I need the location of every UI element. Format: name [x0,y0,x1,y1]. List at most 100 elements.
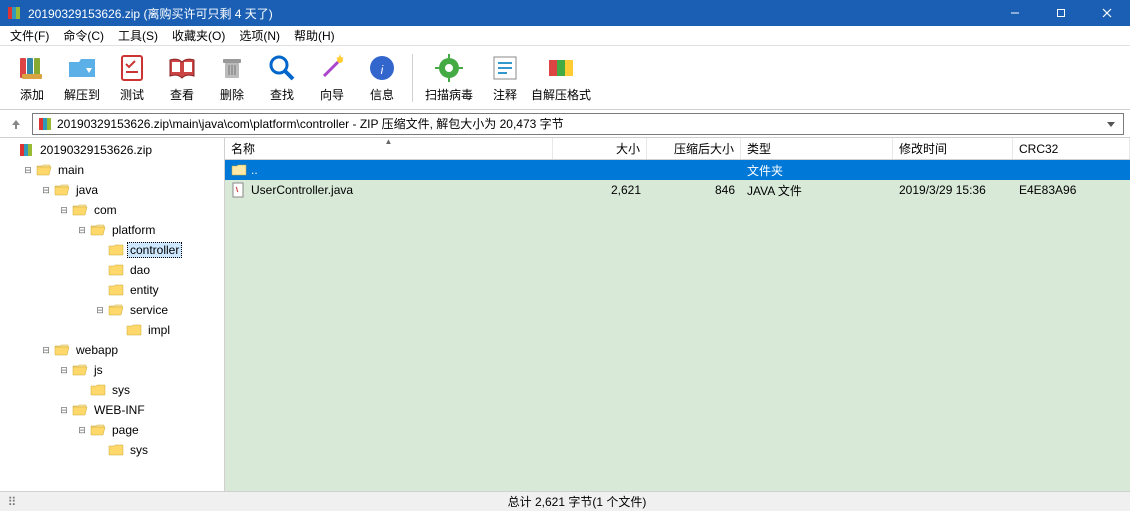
tree-node-label: WEB-INF [91,402,148,418]
folder-icon [108,282,124,298]
archive-icon [18,142,34,158]
folder-icon [108,242,124,258]
tree-toggle-spacer [94,244,106,256]
dropdown-icon[interactable] [1103,114,1119,134]
toolbar-virus-button[interactable]: 扫描病毒 [419,49,479,107]
checklist-icon [116,52,148,84]
cell-name: .. [251,163,258,177]
address-bar: 20190329153626.zip\main\java\com\platfor… [0,110,1130,138]
tree-collapse-icon[interactable]: ⊟ [76,424,88,436]
tree-node[interactable]: ⊟main [0,160,224,180]
list-row-file[interactable]: UserController.java2,621846JAVA 文件2019/3… [225,180,1130,200]
toolbar-wizard-label: 向导 [320,86,344,103]
virus-icon [433,52,465,84]
folder-up-icon [231,162,247,178]
tree-node[interactable]: impl [0,320,224,340]
column-header-type[interactable]: 类型 [741,138,893,159]
toolbar-info-button[interactable]: i 信息 [358,49,406,107]
menu-options[interactable]: 选项(N) [233,25,286,46]
window-title: 20190329153626.zip (离购买许可只剩 4 天了) [28,5,992,22]
info-icon: i [366,52,398,84]
column-header-compressed-size[interactable]: 压缩后大小 [647,138,741,159]
tree-node[interactable]: controller [0,240,224,260]
menu-fav[interactable]: 收藏夹(O) [166,25,231,46]
cell-name: UserController.java [251,183,353,197]
tree-node[interactable]: ⊟page [0,420,224,440]
sort-indicator-icon: ▲ [385,137,393,146]
folder-tree[interactable]: 20190329153626.zip⊟main⊟java⊟com⊟platfor… [0,138,225,491]
toolbar-extract-button[interactable]: 解压到 [58,49,106,107]
archive-icon [37,116,53,132]
maximize-button[interactable] [1038,0,1084,26]
tree-collapse-icon[interactable]: ⊟ [58,204,70,216]
list-row-up[interactable]: .. 文件夹 [225,160,1130,180]
tree-node-label: java [73,182,101,198]
up-button[interactable] [6,114,26,134]
minimize-button[interactable] [992,0,1038,26]
toolbar-find-button[interactable]: 查找 [258,49,306,107]
tree-node[interactable]: sys [0,380,224,400]
column-header-name-label: 名称 [231,140,255,157]
toolbar-comment-button[interactable]: 注释 [481,49,529,107]
toolbar-add-button[interactable]: 添加 [8,49,56,107]
menu-tools[interactable]: 工具(S) [112,25,164,46]
toolbar-separator [412,54,413,102]
toolbar-sfx-button[interactable]: 自解压格式 [531,49,591,107]
cell-mtime: 2019/3/29 15:36 [893,183,1013,197]
folder-open-icon [90,422,106,438]
toolbar-find-label: 查找 [270,86,294,103]
tree-node-label: entity [127,282,162,298]
tree-node[interactable]: ⊟platform [0,220,224,240]
tree-node[interactable]: ⊟com [0,200,224,220]
toolbar-view-button[interactable]: 查看 [158,49,206,107]
trash-icon [216,52,248,84]
toolbar-delete-button[interactable]: 删除 [208,49,256,107]
folder-out-icon [66,52,98,84]
tree-node[interactable]: dao [0,260,224,280]
tree-collapse-icon[interactable]: ⊟ [22,164,34,176]
toolbar-delete-label: 删除 [220,86,244,103]
close-button[interactable] [1084,0,1130,26]
tree-toggle-spacer [94,284,106,296]
sfx-icon [545,52,577,84]
tree-node[interactable]: 20190329153626.zip [0,140,224,160]
menu-bar: 文件(F) 命令(C) 工具(S) 收藏夹(O) 选项(N) 帮助(H) [0,26,1130,46]
cell-type: 文件夹 [741,162,893,179]
column-header-crc[interactable]: CRC32 [1013,138,1130,159]
tree-node[interactable]: ⊟ java [0,180,224,200]
toolbar-test-button[interactable]: 测试 [108,49,156,107]
column-header-name[interactable]: 名称 ▲ [225,138,553,159]
tree-collapse-icon[interactable]: ⊟ [94,304,106,316]
menu-command[interactable]: 命令(C) [57,25,110,46]
tree-collapse-icon[interactable]: ⊟ [58,404,70,416]
toolbar-info-label: 信息 [370,86,394,103]
menu-file[interactable]: 文件(F) [4,25,55,46]
toolbar-extract-label: 解压到 [64,86,100,103]
folder-icon [126,322,142,338]
tree-toggle-spacer [4,144,16,156]
toolbar-wizard-button[interactable]: 向导 [308,49,356,107]
tree-node[interactable]: entity [0,280,224,300]
tree-node[interactable]: ⊟webapp [0,340,224,360]
cell-type: JAVA 文件 [741,182,893,199]
tree-node[interactable]: sys [0,440,224,460]
menu-help[interactable]: 帮助(H) [288,25,341,46]
column-header-mtime[interactable]: 修改时间 [893,138,1013,159]
tree-collapse-icon[interactable]: ⊟ [76,224,88,236]
file-list-body[interactable]: .. 文件夹UserController.java2,621846JAVA 文件2… [225,160,1130,491]
tree-toggle-spacer [94,264,106,276]
tree-collapse-icon[interactable]: ⊟ [40,184,52,196]
column-header-size[interactable]: 大小 [553,138,647,159]
tree-node-label: impl [145,322,173,338]
tree-node[interactable]: ⊟ WEB-INF [0,400,224,420]
path-combobox[interactable]: 20190329153626.zip\main\java\com\platfor… [32,113,1124,135]
main-area: 20190329153626.zip⊟main⊟java⊟com⊟platfor… [0,138,1130,491]
tree-node[interactable]: ⊟service [0,300,224,320]
tree-collapse-icon[interactable]: ⊟ [40,344,52,356]
book-open-icon [166,52,198,84]
tree-node[interactable]: ⊟js [0,360,224,380]
folder-icon [90,382,106,398]
comment-icon [489,52,521,84]
tree-collapse-icon[interactable]: ⊟ [58,364,70,376]
toolbar: 添加解压到测试查看删除 查找 向导 i 信息 扫描病毒注释自解压格式 [0,46,1130,110]
